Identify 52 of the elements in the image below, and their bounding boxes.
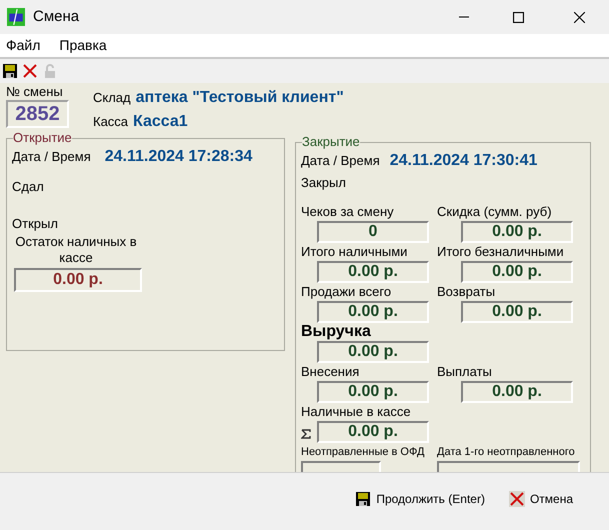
shift-number-field: 2852 [6,100,69,128]
value-field: 0.00 р. [461,301,573,323]
menu-item[interactable]: Правка [59,35,107,56]
handed-over-label: Сдал [12,178,44,196]
value-field: 0.00 р. [317,301,429,323]
continue-button[interactable]: Продолжить (Enter) [353,489,487,509]
cancel-button[interactable]: Отмена [506,489,575,509]
value-field: 0.00 р. [461,261,573,283]
delete-icon[interactable] [22,63,38,79]
value-field: 0 [317,221,429,243]
field-label: Продажи всего [301,283,392,301]
datetime-label: Дата / Время [12,148,91,166]
datetime-value: 24.11.2024 17:30:41 [390,151,538,171]
field-label: Итого безналичными [437,243,564,261]
field-label: Выплаты [437,363,492,381]
field-label: Чеков за смену [301,203,394,221]
cash-balance-field: 0.00 р. [14,268,142,292]
field-label: Выручка [301,323,371,341]
value-field: 0.00 р. [317,421,429,443]
window-title: Смена [33,6,80,27]
field-label: Неотправленные в ОФД [301,445,424,460]
cancel-icon [508,491,525,507]
field-label: Скидка (сумм. руб) [437,203,552,221]
opened-by-label: Открыл [12,214,58,233]
save-icon[interactable] [2,63,18,79]
datetime-value: 24.11.2024 17:28:34 [104,147,252,167]
value-field: 0.00 р. [461,381,573,403]
close-icon [574,12,584,22]
shift-number-label: № смены [6,85,64,99]
value-field: 0.00 р. [461,221,573,243]
field-label: Внесения [301,363,360,381]
value-field: 0.00 р. [317,381,429,403]
field-label: Наличные в кассе [301,403,411,421]
datetime-label: Дата / Время [301,152,380,170]
app-logo-icon [7,8,25,26]
group-legend: Открытие [13,131,72,145]
save-icon [355,491,372,507]
menu-item[interactable]: Файл [6,35,40,56]
field-label: Дата 1-го неотправленного [437,445,575,460]
field-label: Возвраты [437,283,496,301]
cash-balance-label: Остаток наличных в кассе [14,234,138,266]
register-label: Касса [93,113,128,131]
warehouse-label: Склад [93,89,131,107]
maximize-icon [512,12,524,22]
closed-by-label: Закрыл [301,174,346,192]
value-field: 0.00 р. [317,261,429,283]
group-legend: Закрытие [302,135,360,149]
sum-icon [301,429,311,439]
warehouse-value: аптека "Тестовый клиент" [136,88,344,108]
value-field: 0.00 р. [317,341,429,363]
field-label: Итого наличными [301,243,408,261]
register-value: Касса1 [133,112,188,132]
